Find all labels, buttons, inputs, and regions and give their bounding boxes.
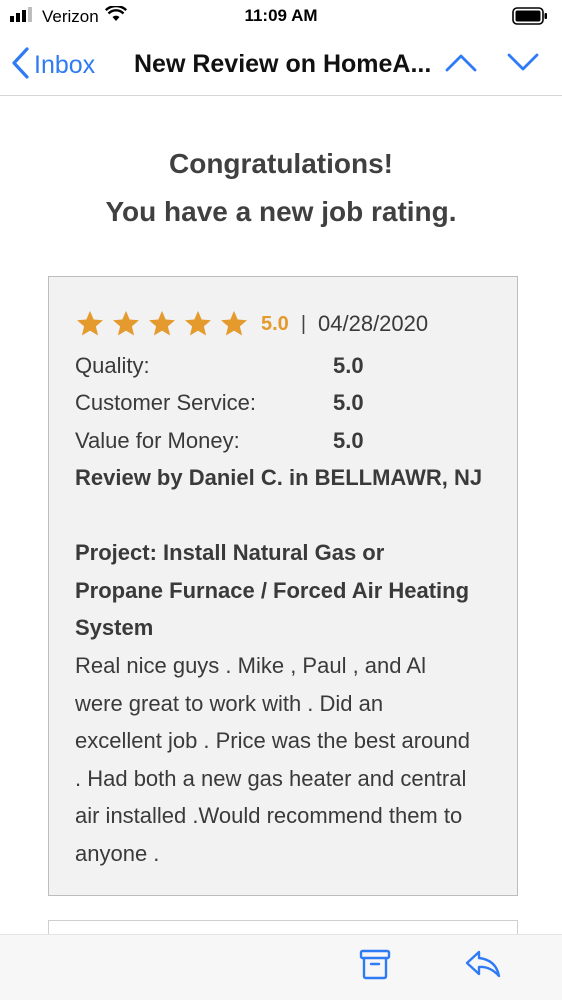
project-line: Project: Install Natural Gas or Propane … [75, 540, 470, 641]
metric-label: Value for Money: [75, 427, 240, 453]
chevron-down-icon[interactable] [506, 50, 540, 79]
star-icon [221, 310, 247, 336]
email-body: Congratulations! You have a new job rati… [0, 108, 562, 236]
review-text: Real nice guys . Mike , Paul , and Al we… [75, 653, 471, 866]
headline-line2: You have a new job rating. [105, 196, 457, 227]
metric-value-for-money: Value for Money: 5.0 [75, 422, 495, 460]
review-date: 04/28/2020 [318, 311, 429, 336]
metric-label: Quality: [75, 352, 150, 378]
nav-bar: Inbox New Review on HomeA... [0, 34, 562, 96]
metric-value: 5.0 [333, 390, 364, 416]
bottom-toolbar [0, 934, 562, 1000]
reply-icon[interactable] [464, 949, 502, 984]
headline-line1: Congratulations! [169, 148, 393, 179]
star-icon [149, 310, 175, 336]
metric-label: Customer Service: [75, 390, 256, 416]
star-rating [75, 309, 249, 339]
status-bar: Verizon 11:09 AM [0, 0, 562, 34]
metric-value: 5.0 [333, 427, 364, 453]
review-card: 5.0 | 04/28/2020 Quality: 5.0 Customer S… [48, 276, 518, 896]
rating-separator: | [300, 312, 307, 335]
reviewer-line: Review by Daniel C. in BELLMAWR, NJ [75, 465, 483, 490]
archive-icon[interactable] [358, 947, 392, 986]
star-icon [113, 310, 139, 336]
email-subject-title: New Review on HomeA... [134, 50, 432, 78]
overall-rating: 5.0 [261, 312, 289, 335]
metric-customer-service: Customer Service: 5.0 [75, 385, 495, 423]
rating-row: 5.0 | 04/28/2020 [75, 309, 428, 339]
headline: Congratulations! You have a new job rati… [0, 140, 562, 236]
star-icon [77, 310, 103, 336]
battery-icon [512, 7, 548, 30]
chevron-left-icon [10, 46, 30, 85]
rating-metrics: Quality: 5.0 Customer Service: 5.0 Value… [75, 347, 495, 460]
chevron-up-icon[interactable] [444, 50, 478, 79]
back-to-inbox-button[interactable]: Inbox [10, 46, 95, 85]
star-icon [185, 310, 211, 336]
metric-value: 5.0 [333, 352, 364, 378]
metric-quality: Quality: 5.0 [75, 347, 495, 385]
back-label: Inbox [34, 51, 96, 79]
clock: 11:09 AM [244, 6, 318, 25]
